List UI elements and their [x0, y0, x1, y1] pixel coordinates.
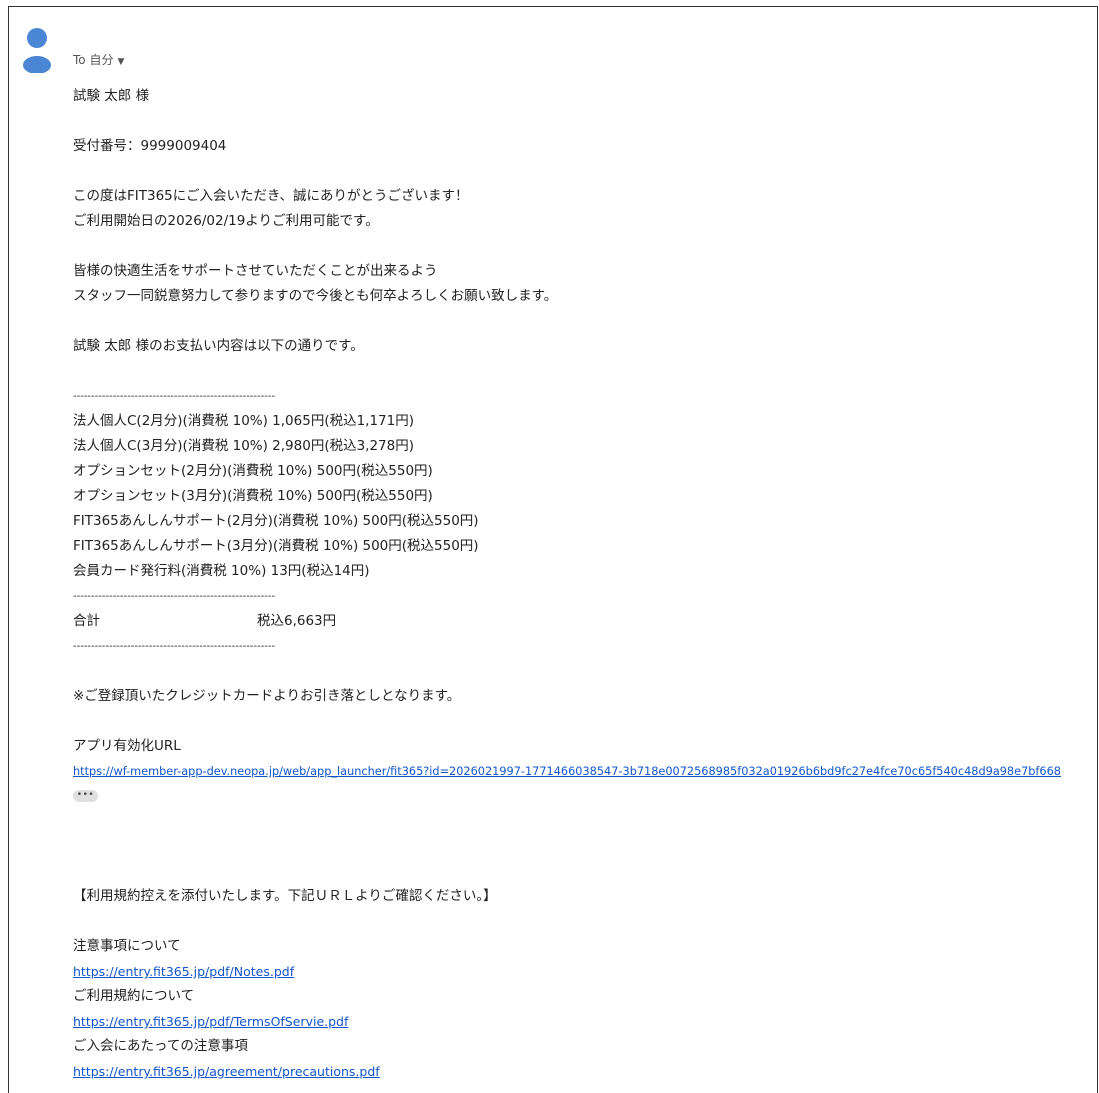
intro-line-2: ご利用開始日の2026/02/19よりご利用可能です。	[73, 213, 379, 229]
person-icon[interactable]	[22, 27, 52, 73]
notes-label: 注意事項について	[73, 938, 181, 954]
greeting: 試験 太郎 様	[73, 88, 150, 104]
app-url-label: アプリ有効化URL	[73, 738, 181, 754]
precautions-link[interactable]: https://entry.fit365.jp/agreement/precau…	[73, 1064, 380, 1079]
payment-item: 法人個人C(2月分)(消費税 10%) 1,065円(税込1,171円)	[73, 413, 414, 429]
support-line-1: 皆様の快適生活をサポートさせていただくことが出来るよう	[73, 263, 438, 279]
email-body: 試験 太郎 様 受付番号：9999009404 この度はFIT365にご入会いた…	[73, 84, 1061, 1084]
payment-item: 法人個人C(3月分)(消費税 10%) 2,980円(税込3,278円)	[73, 438, 414, 454]
recipient-dropdown[interactable]: To 自分 ▼	[73, 51, 124, 68]
total-label: 合計	[73, 613, 100, 629]
total-row: 合計 税込6,663円	[73, 609, 1061, 634]
payment-item: FIT365あんしんサポート(2月分)(消費税 10%) 500円(税込550円…	[73, 513, 479, 529]
chevron-down-icon: ▼	[117, 57, 125, 67]
intro-line-1: この度はFIT365にご入会いただき、誠にありがとうございます！	[73, 188, 469, 204]
app-url-link[interactable]: https://wf-member-app-dev.neopa.jp/web/a…	[73, 765, 1061, 778]
receipt-number: 受付番号：9999009404	[73, 138, 227, 154]
payment-item: 会員カード発行料(消費税 10%) 13円(税込14円)	[73, 563, 370, 579]
precautions-label: ご入会にあたっての注意事項	[73, 1038, 248, 1054]
support-line-2: スタッフ一同鋭意努力して参りますので今後とも何卒よろしくお願い致します。	[73, 288, 558, 304]
show-trimmed-content-button[interactable]: •••	[73, 790, 98, 802]
recipient-label: To 自分	[73, 53, 114, 67]
terms-link[interactable]: https://entry.fit365.jp/pdf/TermsOfServi…	[73, 1014, 348, 1029]
payment-item: オプションセット(2月分)(消費税 10%) 500円(税込550円)	[73, 463, 433, 479]
terms-intro: 【利用規約控えを添付いたします。下記ＵＲＬよりご確認ください。】	[73, 888, 497, 904]
total-value: 税込6,663円	[257, 613, 337, 629]
payment-item: オプションセット(3月分)(消費税 10%) 500円(税込550円)	[73, 488, 433, 504]
separator: ----------------------------------------…	[73, 591, 276, 602]
payment-intro: 試験 太郎 様のお支払い内容は以下の通りです。	[73, 338, 364, 354]
card-note: ※ご登録頂いたクレジットカードよりお引き落としとなります。	[73, 688, 461, 704]
notes-link[interactable]: https://entry.fit365.jp/pdf/Notes.pdf	[73, 964, 294, 979]
terms-label: ご利用規約について	[73, 988, 195, 1004]
payment-item: FIT365あんしんサポート(3月分)(消費税 10%) 500円(税込550円…	[73, 538, 479, 554]
separator: ----------------------------------------…	[73, 391, 276, 402]
separator: ----------------------------------------…	[73, 641, 276, 652]
